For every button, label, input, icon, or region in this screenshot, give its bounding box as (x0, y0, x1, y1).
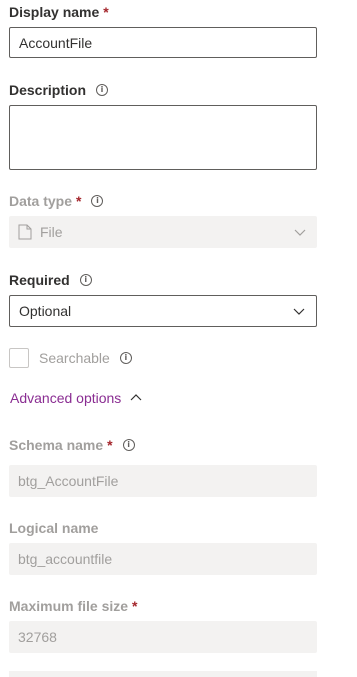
logical-name-input: btg_accountfile (9, 543, 317, 575)
info-icon[interactable]: i (96, 84, 109, 96)
file-icon (18, 224, 32, 240)
logical-name-value: btg_accountfile (18, 551, 113, 567)
info-icon[interactable]: i (79, 274, 92, 286)
required-value: Optional (19, 303, 72, 319)
required-label-text: Required (9, 272, 70, 288)
max-file-size-value: 32768 (18, 629, 57, 645)
schema-name-value: btg_AccountFile (18, 473, 119, 489)
searchable-label: Searchable (39, 350, 110, 366)
required-asterisk: * (103, 4, 109, 20)
display-name-input[interactable]: AccountFile (9, 27, 317, 58)
info-icon[interactable]: i (122, 439, 135, 451)
display-name-value: AccountFile (19, 34, 93, 51)
required-asterisk: * (132, 598, 138, 614)
logical-name-label: Logical name (9, 518, 98, 538)
data-type-dropdown: File (9, 216, 317, 248)
logical-name-label-text: Logical name (9, 520, 99, 536)
chevron-down-icon (293, 308, 305, 315)
max-file-size-label: Maximum file size * (9, 596, 138, 616)
advanced-options-label: Advanced options (10, 390, 122, 406)
info-icon[interactable]: i (119, 352, 132, 364)
max-file-size-input: 32768 (9, 621, 317, 653)
display-name-label: Display name * (9, 2, 109, 22)
schema-name-label: Schema name * i (9, 435, 135, 455)
next-field-partial (9, 671, 317, 677)
data-type-label-text: Data type (9, 193, 73, 209)
schema-name-input: btg_AccountFile (9, 465, 317, 497)
advanced-options-toggle[interactable]: Advanced options (10, 388, 143, 408)
display-name-label-text: Display name (9, 4, 100, 20)
required-asterisk: * (76, 193, 82, 209)
searchable-checkbox[interactable] (9, 348, 29, 368)
required-dropdown[interactable]: Optional (9, 295, 317, 327)
required-label: Required i (9, 270, 92, 290)
max-file-size-label-text: Maximum file size (9, 598, 129, 614)
required-asterisk: * (107, 437, 113, 453)
searchable-row: Searchable i (9, 348, 132, 368)
description-textarea[interactable] (9, 105, 317, 170)
schema-name-label-text: Schema name (9, 437, 104, 453)
info-icon[interactable]: i (91, 195, 104, 207)
data-type-label: Data type * i (9, 191, 104, 211)
description-label-text: Description (9, 82, 87, 98)
chevron-down-icon (294, 229, 306, 236)
chevron-up-icon (130, 394, 142, 401)
description-label: Description i (9, 80, 109, 100)
data-type-value: File (40, 224, 63, 240)
